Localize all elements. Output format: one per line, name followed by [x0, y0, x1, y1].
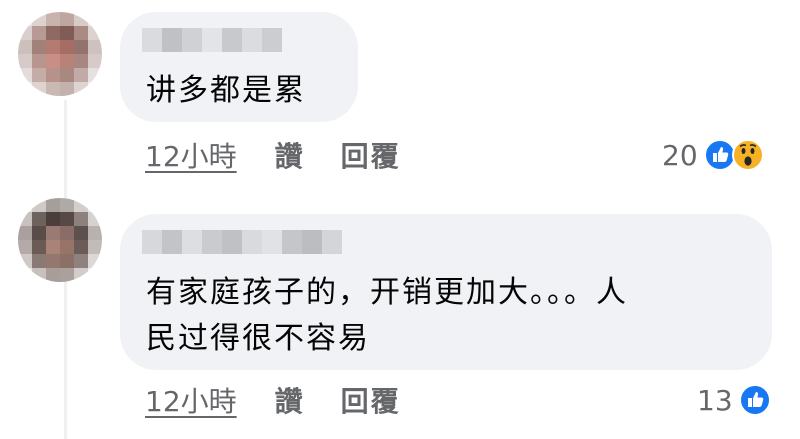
wow-icon [731, 139, 764, 171]
reaction-count: 13 [697, 383, 733, 417]
author-name-redacted[interactable] [142, 28, 282, 52]
comment-bubble: 讲多都是累 [120, 12, 358, 122]
like-button[interactable]: 讚 [275, 380, 305, 420]
comment-actions: 12小時 讚 回覆 [145, 135, 437, 175]
like-icon [738, 384, 771, 416]
like-button[interactable]: 讚 [275, 135, 305, 175]
comment-timestamp[interactable]: 12小時 [145, 135, 237, 175]
author-name-redacted[interactable] [142, 230, 342, 254]
avatar[interactable] [18, 198, 102, 282]
comment-text: 有家庭孩子的，开销更加大。。。人 民过得很不容易 [146, 275, 628, 356]
comment-text: 讲多都是累 [146, 73, 306, 108]
reply-button[interactable]: 回覆 [341, 135, 401, 175]
reaction-summary[interactable]: 20 [662, 135, 764, 175]
comment-bubble: 有家庭孩子的，开销更加大。。。人 民过得很不容易 [120, 214, 772, 370]
reaction-count: 20 [662, 138, 698, 172]
comment-timestamp[interactable]: 12小時 [145, 380, 237, 420]
comment-actions: 12小時 讚 回覆 [145, 380, 437, 420]
reaction-summary[interactable]: 13 [697, 380, 771, 420]
reply-button[interactable]: 回覆 [341, 380, 401, 420]
avatar[interactable] [18, 12, 102, 96]
